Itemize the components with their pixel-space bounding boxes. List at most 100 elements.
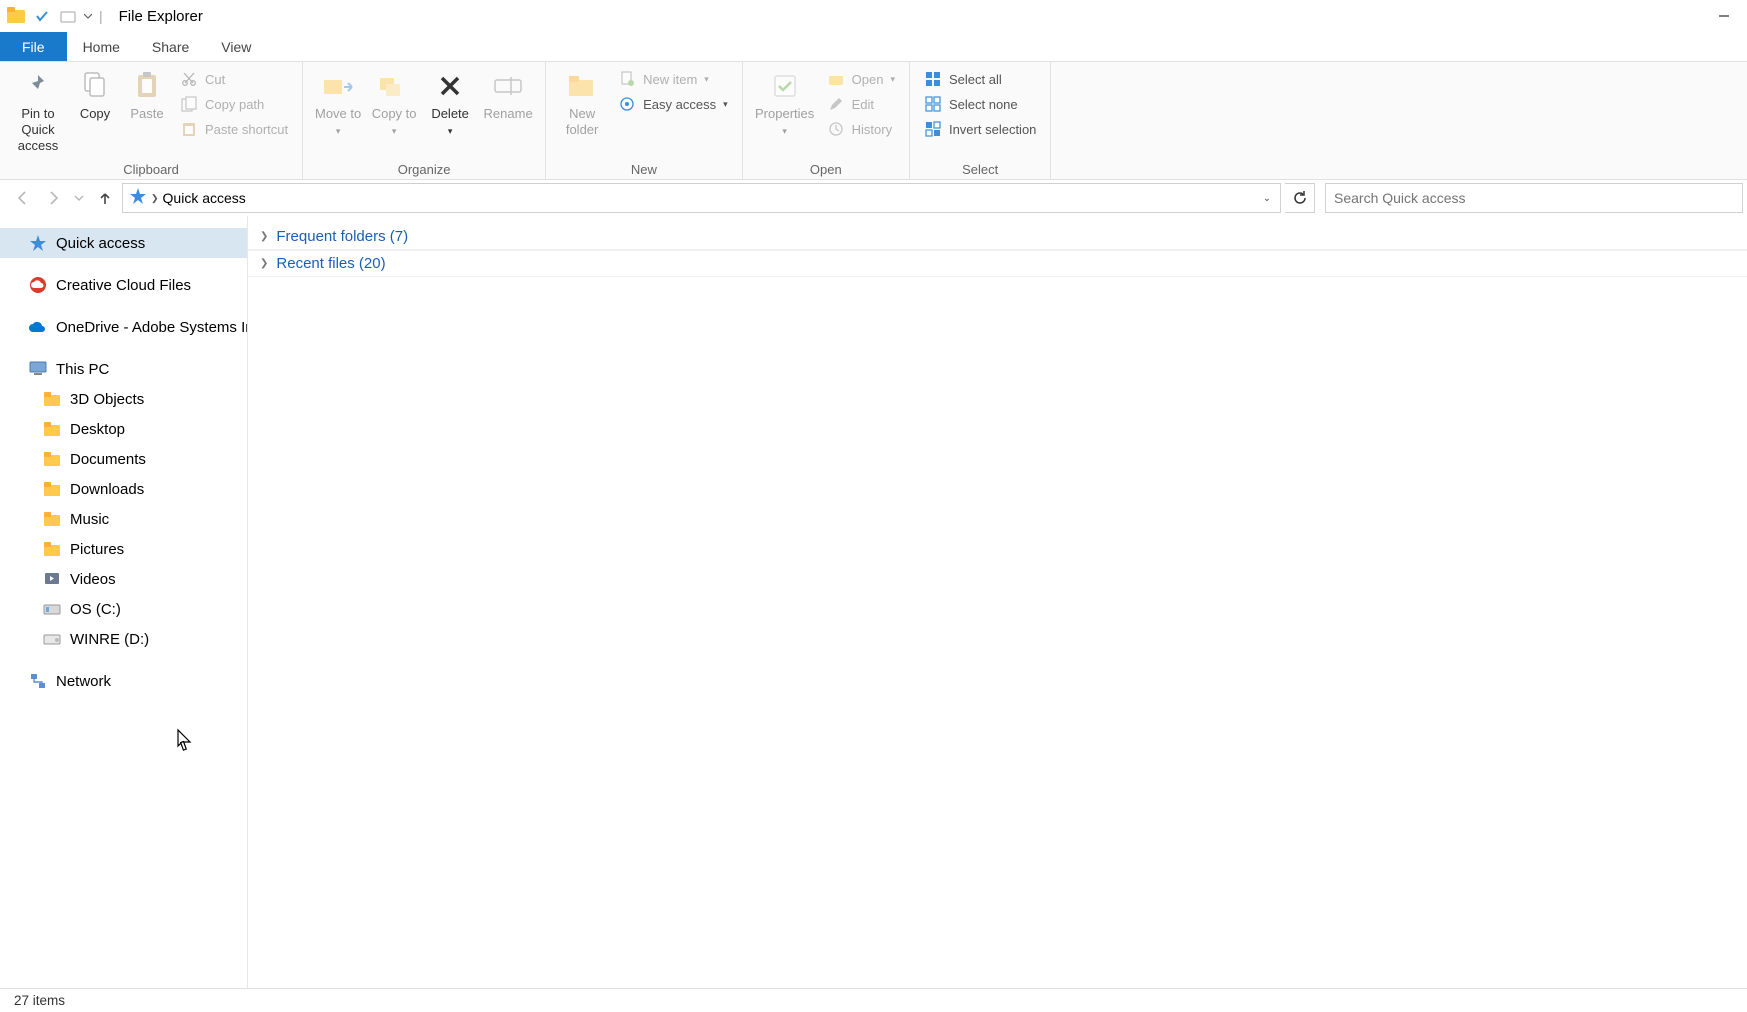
qat-new-folder-icon[interactable] xyxy=(56,4,80,28)
navigation-pane[interactable]: Quick access Creative Cloud Files OneDri… xyxy=(0,216,248,988)
title-separator: | xyxy=(99,8,103,24)
edit-icon xyxy=(827,95,845,113)
search-input[interactable] xyxy=(1334,190,1734,206)
folder-icon xyxy=(42,479,62,499)
sidebar-item-os-c-[interactable]: OS (C:) xyxy=(0,594,247,624)
status-item-count: 27 items xyxy=(14,993,65,1008)
folder-icon xyxy=(42,539,62,559)
nav-forward-button[interactable] xyxy=(40,185,66,211)
nav-recent-dropdown[interactable] xyxy=(70,185,88,211)
paste-button[interactable]: Paste xyxy=(122,66,172,122)
select-all-button[interactable]: Select all xyxy=(918,68,1042,90)
sidebar-item-3d-objects[interactable]: 3D Objects xyxy=(0,384,247,414)
chevron-right-icon: ❯ xyxy=(260,231,268,242)
properties-icon xyxy=(767,68,803,104)
onedrive-icon xyxy=(28,317,48,337)
copy-icon xyxy=(77,68,113,104)
folder-icon xyxy=(42,629,62,649)
rename-icon xyxy=(490,68,526,104)
sidebar-item-quick-access[interactable]: Quick access xyxy=(0,228,247,258)
search-box[interactable] xyxy=(1325,183,1743,213)
select-none-button[interactable]: Select none xyxy=(918,93,1042,115)
sidebar-item-videos[interactable]: Videos xyxy=(0,564,247,594)
content-pane[interactable]: ❯ Frequent folders (7) ❯ Recent files (2… xyxy=(248,216,1747,988)
folder-icon xyxy=(42,389,62,409)
folder-icon xyxy=(42,599,62,619)
copy-to-icon xyxy=(376,68,412,104)
group-label-select: Select xyxy=(918,160,1042,177)
new-folder-icon xyxy=(564,68,600,104)
group-label-clipboard: Clipboard xyxy=(8,160,294,177)
delete-button[interactable]: Delete▾ xyxy=(423,66,477,139)
group-recent-files[interactable]: ❯ Recent files (20) xyxy=(248,250,1747,277)
cut-button[interactable]: Cut xyxy=(174,68,294,90)
group-label-new: New xyxy=(554,160,734,177)
rename-button[interactable]: Rename xyxy=(479,66,537,122)
copy-path-icon xyxy=(180,95,198,113)
edit-button[interactable]: Edit xyxy=(821,93,901,115)
copy-path-button[interactable]: Copy path xyxy=(174,93,294,115)
creative-cloud-icon xyxy=(28,275,48,295)
nav-back-button[interactable] xyxy=(10,185,36,211)
group-label-organize: Organize xyxy=(311,160,537,177)
sidebar-item-documents[interactable]: Documents xyxy=(0,444,247,474)
copy-to-button[interactable]: Copy to ▾ xyxy=(367,66,421,139)
network-icon xyxy=(28,671,48,691)
sidebar-item-network[interactable]: Network xyxy=(0,666,247,696)
folder-icon xyxy=(42,509,62,529)
tab-share[interactable]: Share xyxy=(136,32,205,61)
open-icon xyxy=(827,70,845,88)
sidebar-item-this-pc[interactable]: This PC xyxy=(0,354,247,384)
paste-shortcut-button[interactable]: Paste shortcut xyxy=(174,118,294,140)
sidebar-item-onedrive[interactable]: OneDrive - Adobe Systems Incorporated xyxy=(0,312,247,342)
sidebar-item-downloads[interactable]: Downloads xyxy=(0,474,247,504)
select-none-icon xyxy=(924,95,942,113)
window-title: File Explorer xyxy=(119,8,203,25)
minimize-button[interactable] xyxy=(1701,0,1747,32)
history-icon xyxy=(827,120,845,138)
sidebar-item-desktop[interactable]: Desktop xyxy=(0,414,247,444)
folder-icon xyxy=(42,449,62,469)
star-icon xyxy=(28,233,48,253)
scissors-icon xyxy=(180,70,198,88)
tab-file[interactable]: File xyxy=(0,32,67,61)
paste-icon xyxy=(129,68,165,104)
pin-to-quick-access-button[interactable]: Pin to Quick access xyxy=(8,66,68,154)
address-bar[interactable]: ❯ Quick access ⌄ xyxy=(122,183,1281,213)
sidebar-item-music[interactable]: Music xyxy=(0,504,247,534)
refresh-button[interactable] xyxy=(1285,183,1315,213)
pin-icon xyxy=(20,68,56,104)
address-dropdown[interactable]: ⌄ xyxy=(1256,193,1278,204)
open-button[interactable]: Open▾ xyxy=(821,68,901,90)
copy-button[interactable]: Copy xyxy=(70,66,120,122)
file-explorer-icon xyxy=(4,4,28,28)
tab-view[interactable]: View xyxy=(205,32,267,61)
new-item-icon xyxy=(618,70,636,88)
nav-up-button[interactable] xyxy=(92,185,118,211)
properties-button[interactable]: Properties▾ xyxy=(751,66,819,139)
address-segment[interactable]: Quick access xyxy=(163,190,246,206)
easy-access-icon xyxy=(618,95,636,113)
invert-selection-button[interactable]: Invert selection xyxy=(918,118,1042,140)
group-label-open: Open xyxy=(751,160,901,177)
chevron-right-icon[interactable]: ❯ xyxy=(151,193,159,204)
sidebar-item-pictures[interactable]: Pictures xyxy=(0,534,247,564)
delete-icon xyxy=(432,68,468,104)
invert-selection-icon xyxy=(924,120,942,138)
history-button[interactable]: History xyxy=(821,118,901,140)
easy-access-button[interactable]: Easy access▾ xyxy=(612,93,734,115)
group-frequent-folders[interactable]: ❯ Frequent folders (7) xyxy=(248,224,1747,250)
tab-home[interactable]: Home xyxy=(67,32,136,61)
qat-customize-dropdown[interactable] xyxy=(82,4,94,28)
move-to-icon xyxy=(320,68,356,104)
folder-icon xyxy=(42,569,62,589)
new-item-button[interactable]: New item▾ xyxy=(612,68,734,90)
quick-access-icon xyxy=(129,187,147,210)
sidebar-item-creative-cloud[interactable]: Creative Cloud Files xyxy=(0,270,247,300)
new-folder-button[interactable]: New folder xyxy=(554,66,610,138)
paste-shortcut-icon xyxy=(180,120,198,138)
move-to-button[interactable]: Move to ▾ xyxy=(311,66,365,139)
sidebar-item-winre-d-[interactable]: WINRE (D:) xyxy=(0,624,247,654)
folder-icon xyxy=(42,419,62,439)
qat-properties-icon[interactable] xyxy=(30,4,54,28)
